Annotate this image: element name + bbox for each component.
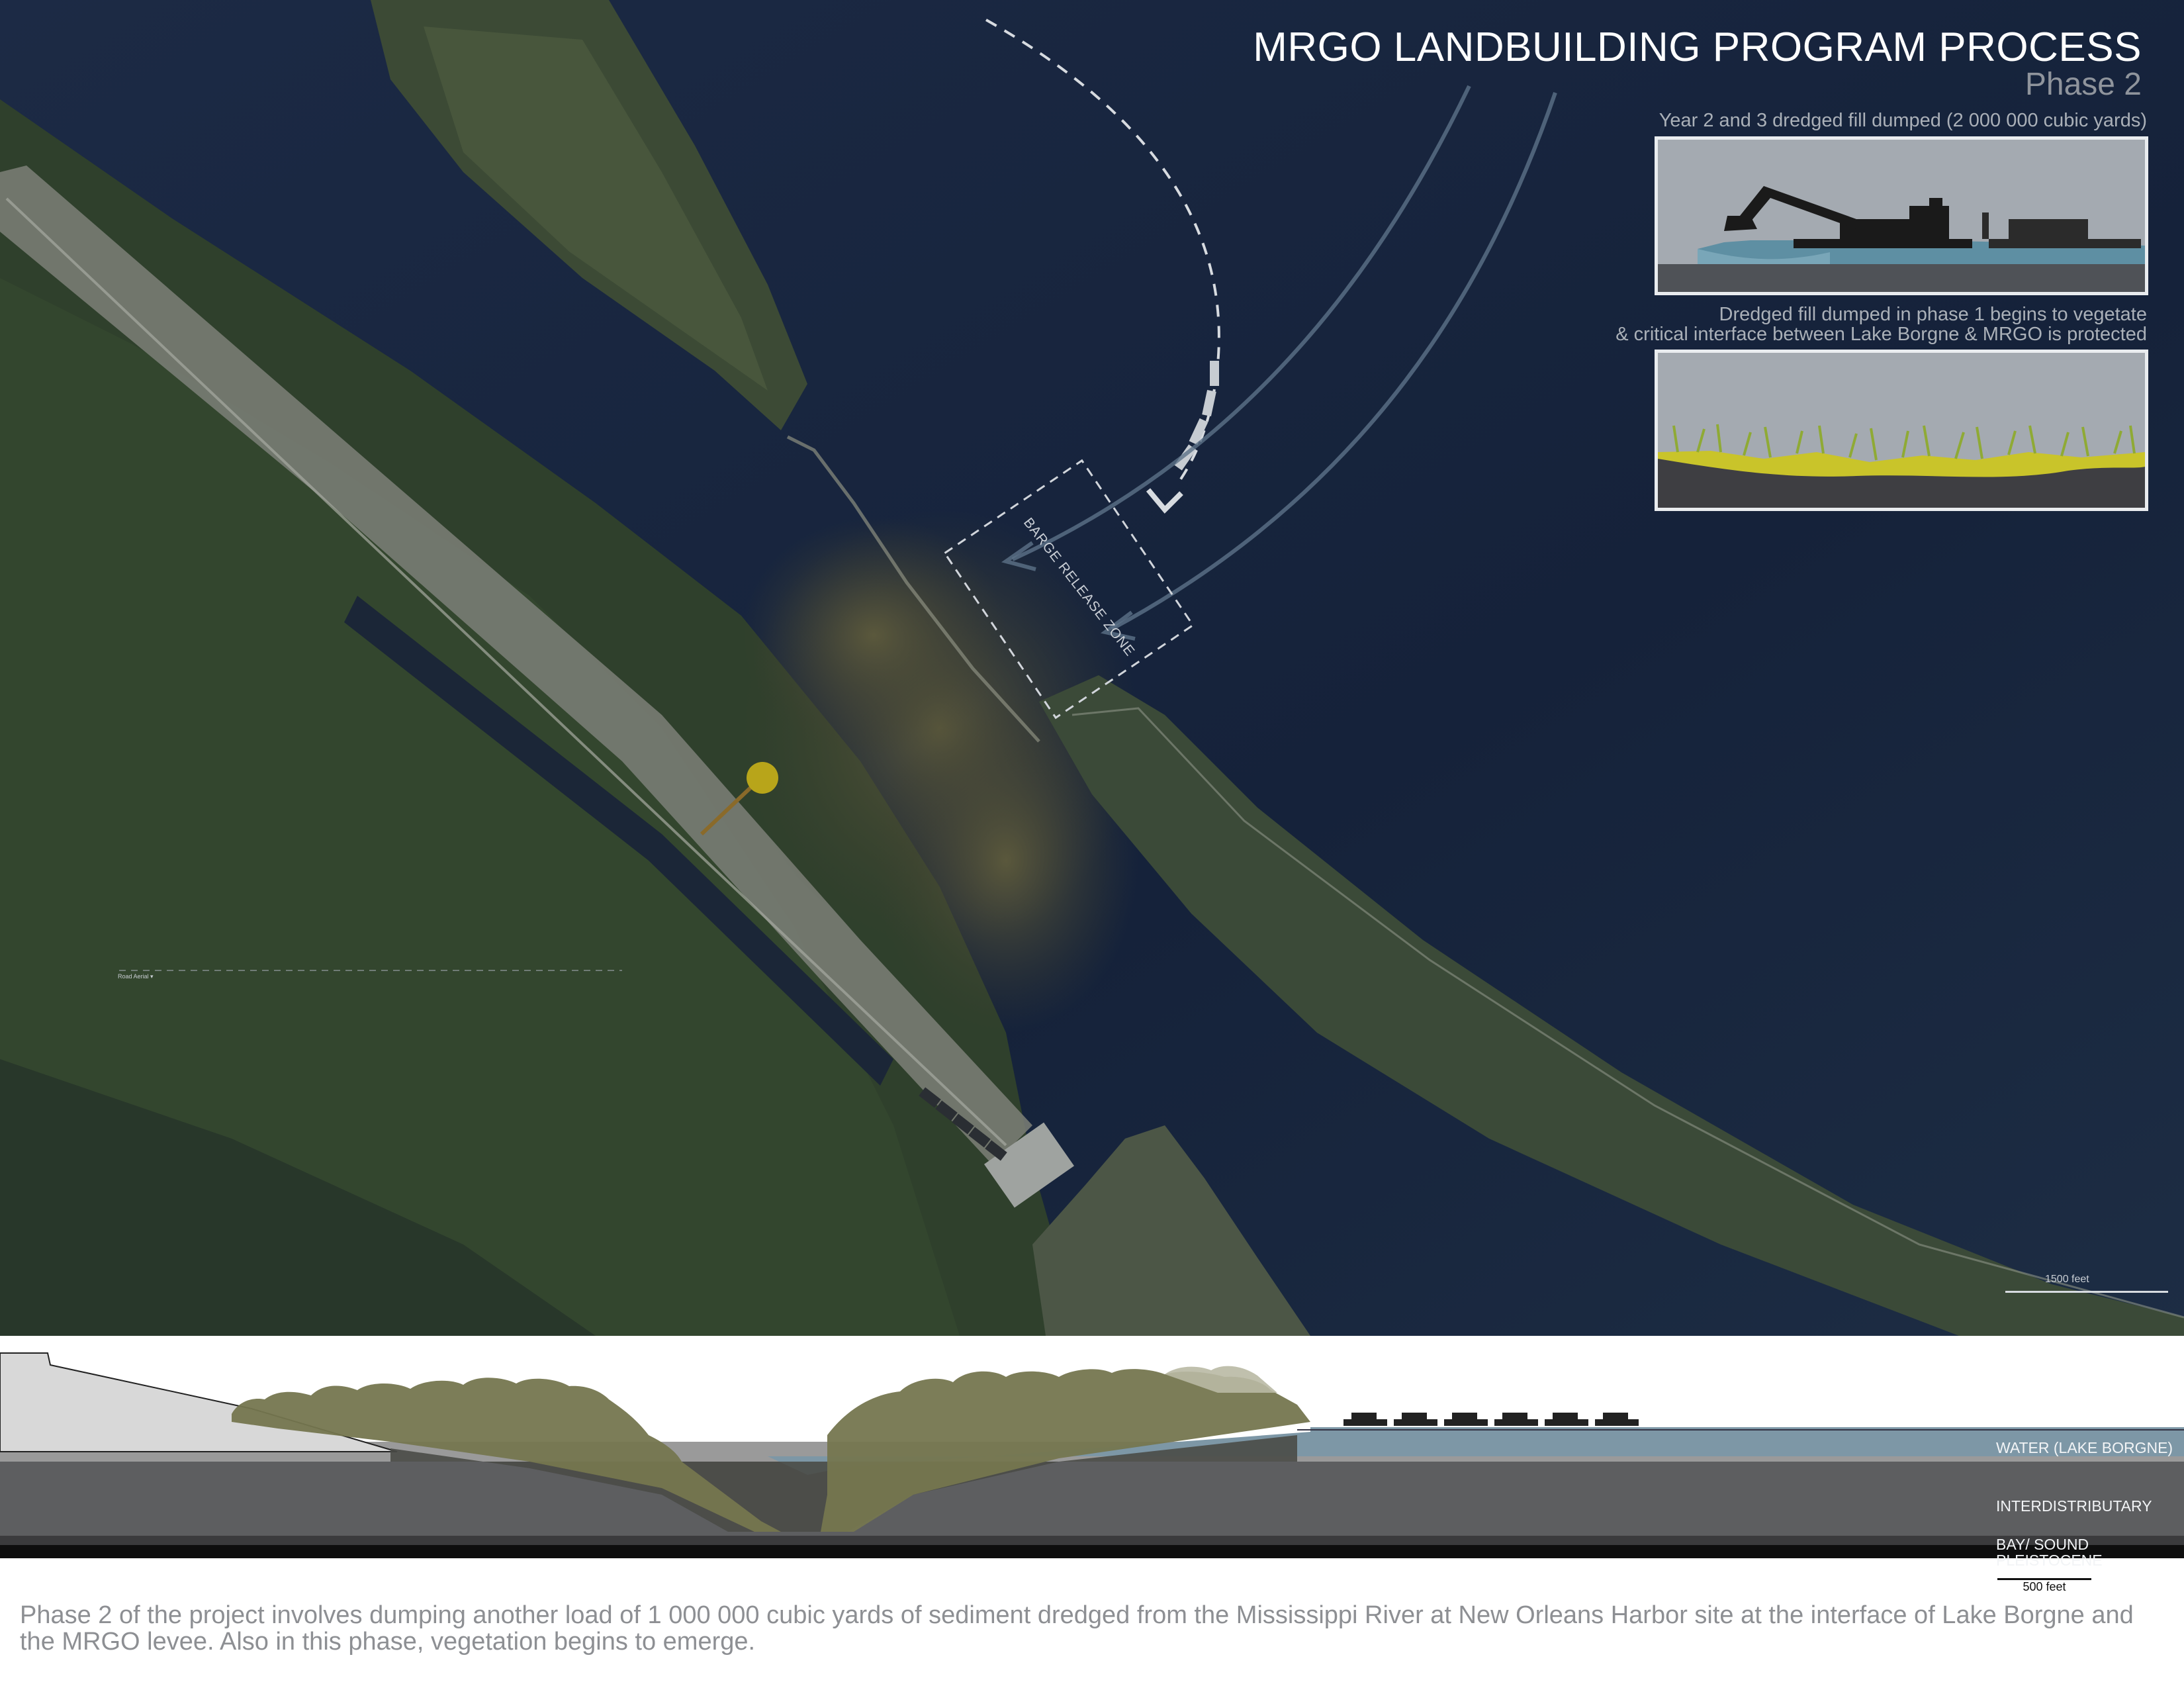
excavator-diagram — [1658, 140, 2145, 292]
cross-section — [0, 1336, 2184, 1571]
inset-bottom-caption-line2: & critical interface between Lake Borgne… — [1615, 324, 2147, 345]
layer-label-interdistributary: INTERDISTRIBUTARY — [1996, 1497, 2152, 1515]
layer-label-pleistocene: PLEISTOCENE — [1996, 1552, 2103, 1569]
inset-top-caption: Year 2 and 3 dredged fill dumped (2 000 … — [1659, 110, 2147, 131]
phase-description: Phase 2 of the project involves dumping … — [20, 1601, 2134, 1656]
phase-subtitle: Phase 2 — [2025, 67, 2142, 102]
vegetation-diagram — [1658, 353, 2145, 508]
section-scale-bar: 500 feet — [1997, 1578, 2091, 1594]
aerial-map: BARGE RELEASE ZONE Road Aerial ▾ MRGO LA… — [0, 0, 2184, 1336]
vegetation-inset — [1655, 350, 2148, 511]
marker-dot — [747, 762, 778, 794]
inset-bottom-caption: Dredged fill dumped in phase 1 begins to… — [1615, 305, 2147, 344]
layer-label-water: WATER (LAKE BORGNE) — [1996, 1439, 2173, 1456]
map-scale-bar: 1500 feet — [2005, 1274, 2168, 1293]
map-scale-label: 1500 feet — [2045, 1274, 2089, 1285]
inset-bottom-caption-line1: Dredged fill dumped in phase 1 begins to… — [1719, 304, 2148, 325]
section-scale-label: 500 feet — [2023, 1580, 2066, 1593]
page-title: MRGO LANDBUILDING PROGRAM PROCESS — [1253, 24, 2142, 70]
cross-section-graphic — [0, 1336, 2184, 1571]
layer-label-bay-sound: BAY/ SOUND — [1996, 1536, 2089, 1553]
map-type-control[interactable]: Road Aerial ▾ — [118, 973, 154, 980]
excavator-inset — [1655, 136, 2148, 295]
map-scale-line — [2005, 1291, 2168, 1293]
interdistributary-layer — [0, 1462, 2184, 1548]
pleistocene-layer — [0, 1545, 2184, 1558]
